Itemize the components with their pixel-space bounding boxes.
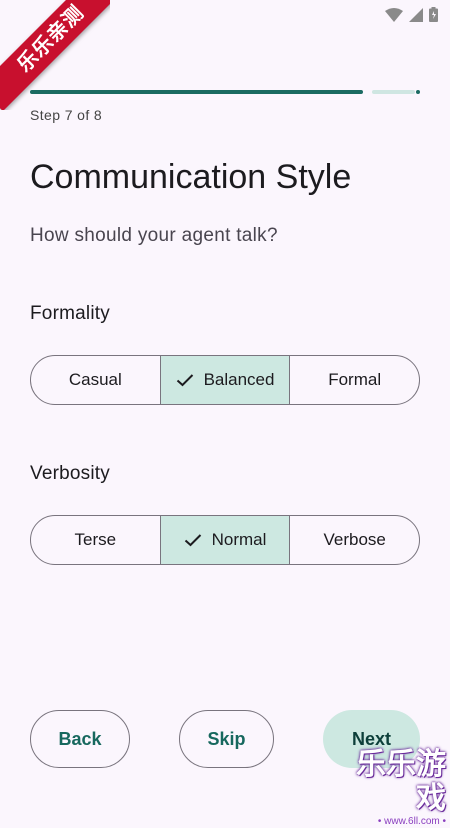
formality-label: Formality bbox=[30, 303, 110, 324]
progress-end-dot bbox=[416, 90, 420, 94]
formality-segmented-control: Casual Balanced Formal bbox=[30, 355, 420, 405]
status-icons bbox=[385, 7, 438, 22]
verbosity-label: Verbosity bbox=[30, 463, 110, 484]
option-label: Formal bbox=[328, 370, 382, 389]
cell-signal-icon bbox=[409, 7, 423, 22]
wifi-icon bbox=[385, 7, 403, 22]
watermark-url: • www.6ll.com • bbox=[377, 816, 446, 827]
formality-option-formal[interactable]: Formal bbox=[289, 356, 419, 404]
formality-option-balanced[interactable]: Balanced bbox=[159, 356, 290, 404]
option-label: Casual bbox=[68, 370, 122, 389]
check-icon bbox=[184, 534, 201, 547]
option-label: Terse bbox=[74, 530, 117, 549]
step-label: Step 7 of 8 bbox=[30, 107, 103, 123]
skip-button[interactable]: Skip bbox=[179, 710, 274, 768]
back-button[interactable]: Back bbox=[30, 710, 130, 768]
check-icon bbox=[176, 374, 193, 387]
progress-fill bbox=[30, 90, 363, 94]
page-subtitle: How should your agent talk? bbox=[30, 225, 278, 246]
watermark-logo: 乐乐游戏 • www.6ll.com • bbox=[334, 748, 450, 827]
formality-option-casual[interactable]: Casual bbox=[31, 356, 160, 404]
watermark-text: 乐乐游戏 bbox=[356, 748, 446, 815]
progress-track bbox=[372, 90, 415, 94]
option-label: Verbose bbox=[323, 530, 386, 549]
option-label: Normal bbox=[211, 530, 267, 549]
verbosity-option-terse[interactable]: Terse bbox=[31, 516, 160, 564]
battery-icon bbox=[429, 7, 438, 22]
option-label: Balanced bbox=[203, 370, 275, 389]
page-title: Communication Style bbox=[30, 158, 352, 196]
progress-bar bbox=[30, 90, 420, 95]
verbosity-segmented-control: Terse Normal Verbose bbox=[30, 515, 420, 565]
verbosity-option-normal[interactable]: Normal bbox=[159, 516, 290, 564]
verbosity-option-verbose[interactable]: Verbose bbox=[289, 516, 419, 564]
